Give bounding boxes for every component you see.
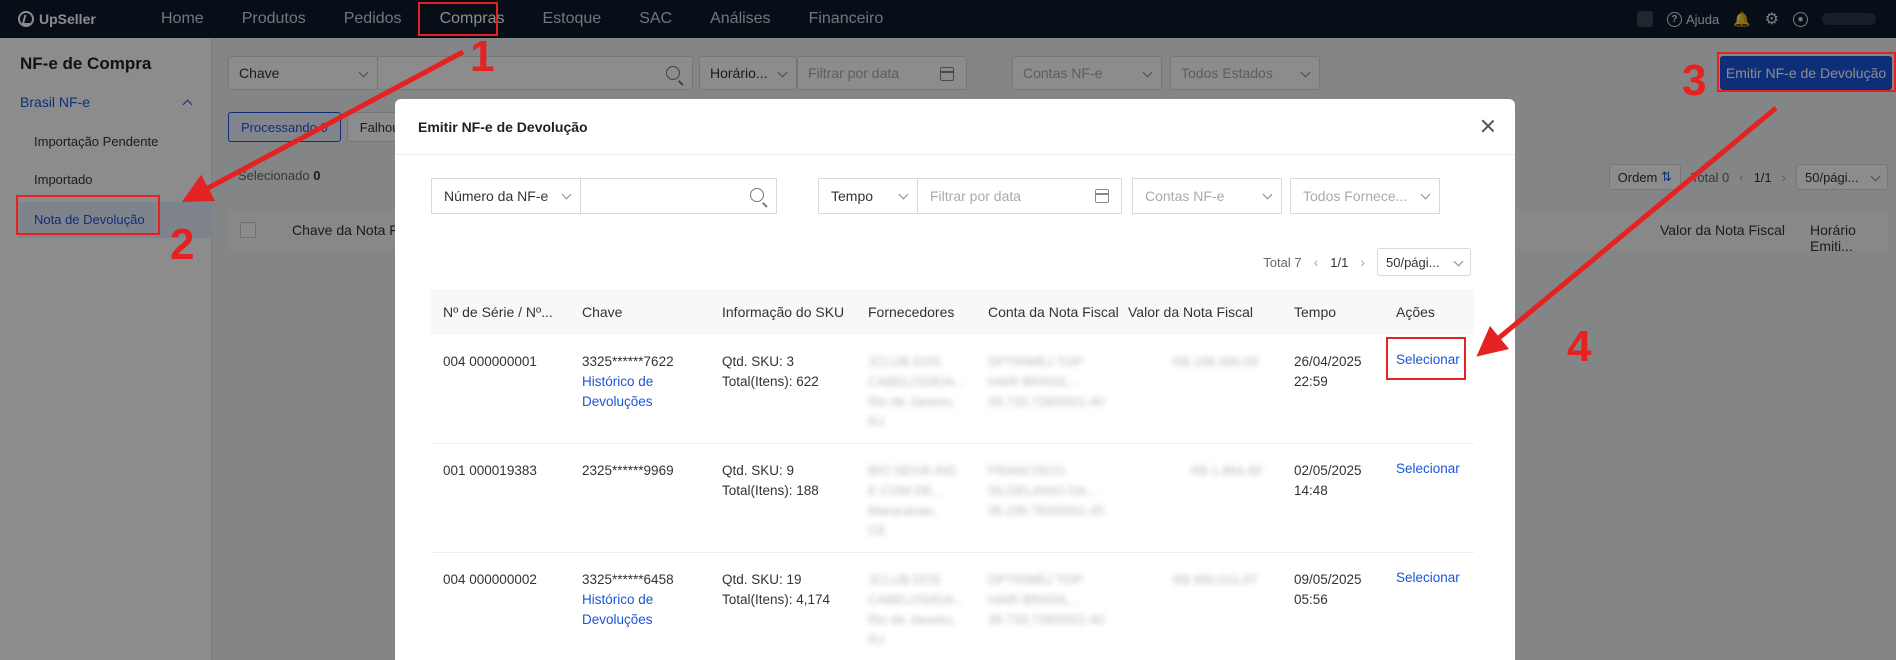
row-value-blurred: R$ 1.864,40 <box>1191 463 1262 478</box>
col-conta: Conta da Nota Fiscal <box>988 304 1119 320</box>
col-valor: Valor da Nota Fiscal <box>1128 304 1254 320</box>
row-date: 26/04/2025 <box>1294 354 1362 369</box>
col-tempo: Tempo <box>1294 304 1337 320</box>
modal-date-placeholder: Filtrar por data <box>930 188 1022 204</box>
row-serie: 004 000000002 <box>443 572 537 587</box>
modal-title: Emitir NF-e de Devolução <box>395 99 1515 155</box>
row-sku-info: Qtd. SKU: 3 Total(Itens): 622 <box>722 352 819 392</box>
row-chave: 3325******7622 Histórico de Devoluções <box>582 352 674 412</box>
annotation-box-emit-button <box>1717 52 1896 92</box>
row-date: 02/05/2025 <box>1294 463 1362 478</box>
row-supplier-blurred: JCLUB DOS CABELOS/EIA... Rio de Janeiro, RJ <box>868 572 965 647</box>
row-account-blurred: DPTRIMEJ TOP HAIR BRASIL... 39.733.728/000… <box>988 572 1105 627</box>
col-sku-info: Informação do SKU <box>722 304 845 320</box>
modal-total: Total 7 <box>1263 254 1302 270</box>
table-row: 004 000000002 3325******6458 Histórico d… <box>431 553 1474 660</box>
table-row: 001 000019383 2325******9969 Qtd. SKU: 9… <box>431 444 1474 553</box>
sku-qtd: Qtd. SKU: 19 <box>722 572 802 587</box>
sku-qtd: Qtd. SKU: 3 <box>722 354 795 369</box>
return-history-link[interactable]: Histórico de Devoluções <box>582 372 674 412</box>
calendar-icon <box>1095 189 1109 203</box>
col-acoes: Ações <box>1396 304 1435 320</box>
row-sku-info: Qtd. SKU: 9 Total(Itens): 188 <box>722 461 819 501</box>
table-row: 004 000000001 3325******7622 Histórico d… <box>431 335 1474 444</box>
row-chave: 3325******6458 Histórico de Devoluções <box>582 570 674 630</box>
chevron-down-icon <box>1262 189 1273 200</box>
row-account-blurred: DPTRIMEJ TOP HAIR BRASIL... 39.733.728/000… <box>988 354 1105 409</box>
nf-search-input[interactable] <box>580 178 777 214</box>
row-datetime: 26/04/2025 22:59 <box>1294 352 1362 392</box>
next-page-icon[interactable]: › <box>1360 254 1365 270</box>
row-time: 14:48 <box>1294 483 1328 498</box>
sku-total: Total(Itens): 4,174 <box>722 592 831 607</box>
row-time: 05:56 <box>1294 592 1328 607</box>
col-serie: Nº de Série / Nº... <box>443 304 553 320</box>
modal-time-select[interactable]: Tempo <box>818 178 918 214</box>
suppliers-select[interactable]: Todos Fornece... <box>1290 178 1440 214</box>
row-supplier-blurred: BIO SEIVA IND E COM DE... Maracanau, CE <box>868 463 957 538</box>
row-value-blurred: R$ 900.011,07 <box>1173 572 1258 587</box>
modal-accounts-value: Contas NF-e <box>1145 188 1225 204</box>
row-chave-value: 3325******6458 <box>582 572 674 587</box>
nfe-table: Nº de Série / Nº... Chave Informação do … <box>431 289 1474 660</box>
annotation-number-1: 1 <box>470 32 495 81</box>
row-datetime: 09/05/2025 05:56 <box>1294 570 1362 610</box>
nfe-table-header: Nº de Série / Nº... Chave Informação do … <box>431 289 1474 335</box>
row-account-blurred: FRANCISCO SILDELANIO DA... 36.190.783/0001… <box>988 463 1105 518</box>
row-datetime: 02/05/2025 14:48 <box>1294 461 1362 501</box>
row-date: 09/05/2025 <box>1294 572 1362 587</box>
sku-qtd: Qtd. SKU: 9 <box>722 463 795 478</box>
row-time: 22:59 <box>1294 374 1328 389</box>
modal-pagination: Total 7 ‹ 1/1 › 50/pági... <box>1263 248 1471 276</box>
annotation-number-3: 3 <box>1682 56 1707 105</box>
prev-page-icon[interactable]: ‹ <box>1314 254 1319 270</box>
row-serie: 004 000000001 <box>443 354 537 369</box>
annotation-box-selecionar <box>1386 337 1466 380</box>
close-icon[interactable] <box>1479 117 1497 135</box>
annotation-number-2: 2 <box>170 220 195 269</box>
chevron-down-icon <box>1453 256 1464 267</box>
col-chave: Chave <box>582 304 623 320</box>
modal-per-page-select[interactable]: 50/pági... <box>1377 248 1471 276</box>
select-button[interactable]: Selecionar <box>1396 459 1460 479</box>
return-history-link[interactable]: Histórico de Devoluções <box>582 590 674 630</box>
chevron-down-icon <box>561 189 572 200</box>
suppliers-select-value: Todos Fornece... <box>1303 188 1408 204</box>
search-icon <box>750 188 764 202</box>
row-chave: 2325******9969 <box>582 461 674 481</box>
select-button[interactable]: Selecionar <box>1396 568 1460 588</box>
row-chave-value: 3325******7622 <box>582 354 674 369</box>
chevron-down-icon <box>898 189 909 200</box>
modal-time-select-value: Tempo <box>831 188 874 204</box>
modal-per-page-value: 50/pági... <box>1386 254 1440 270</box>
chevron-down-icon <box>1420 189 1431 200</box>
nf-number-select[interactable]: Número da NF-e <box>431 178 581 214</box>
annotation-box-compras <box>418 2 498 36</box>
col-fornecedores: Fornecedores <box>868 304 955 320</box>
modal-accounts-select[interactable]: Contas NF-e <box>1132 178 1282 214</box>
sku-total: Total(Itens): 188 <box>722 483 819 498</box>
nf-number-select-value: Número da NF-e <box>444 188 549 204</box>
modal-page: 1/1 <box>1330 254 1349 270</box>
modal-date-filter-input[interactable]: Filtrar por data <box>917 178 1122 214</box>
annotation-number-4: 4 <box>1567 322 1592 371</box>
row-supplier-blurred: JCLUB DOS CABELOS/EIA... Rio de Janeiro, RJ <box>868 354 965 429</box>
row-sku-info: Qtd. SKU: 19 Total(Itens): 4,174 <box>722 570 830 610</box>
emit-return-modal: Emitir NF-e de Devolução Número da NF-e … <box>395 99 1515 660</box>
sku-total: Total(Itens): 622 <box>722 374 819 389</box>
row-value-blurred: R$ 168.490,00 <box>1173 354 1259 369</box>
row-serie: 001 000019383 <box>443 463 537 478</box>
annotation-box-nota-devolucao <box>16 195 160 235</box>
row-chave-value: 2325******9969 <box>582 463 674 478</box>
